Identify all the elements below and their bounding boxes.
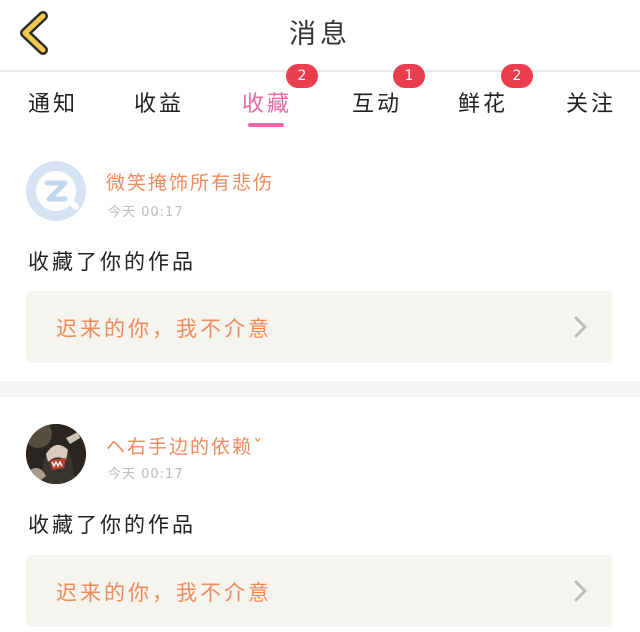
- tab-label: 通知: [28, 92, 79, 117]
- user-photo-avatar[interactable]: [26, 424, 86, 484]
- username[interactable]: 微笑掩饰所有悲伤: [106, 168, 274, 195]
- work-link[interactable]: 迟来的你，我不介意: [26, 291, 613, 363]
- tab-badge-flowers: 2: [501, 64, 533, 88]
- work-title: 迟来的你，我不介意: [56, 317, 272, 341]
- tab-label: 收藏: [242, 92, 293, 117]
- message-card: 微笑掩饰所有悲伤 今天 00:17 收藏了你的作品 迟来的你，我不介意: [0, 130, 640, 381]
- username[interactable]: ヘ右手边的依赖ˇ: [106, 432, 265, 459]
- chevron-right-icon: [574, 580, 587, 602]
- timestamp: 今天 00:17: [108, 467, 184, 482]
- tab-label: 互动: [352, 92, 403, 117]
- tab-earnings[interactable]: 收益: [120, 72, 210, 130]
- tab-label: 鲜花: [458, 92, 509, 117]
- work-title: 迟来的你，我不介意: [56, 581, 272, 605]
- tab-badge-interactions: 1: [393, 64, 425, 88]
- action-text: 收藏了你的作品: [28, 250, 196, 274]
- qq-default-avatar-icon[interactable]: [26, 161, 86, 221]
- page-title: 消息: [289, 19, 351, 50]
- action-text: 收藏了你的作品: [28, 513, 196, 537]
- top-bar: 消息: [0, 0, 640, 70]
- tab-badge-favorites: 2: [286, 64, 318, 88]
- timestamp: 今天 00:17: [108, 205, 184, 220]
- work-link[interactable]: 迟来的你，我不介意: [26, 555, 613, 627]
- message-card: ヘ右手边的依赖ˇ 今天 00:17 收藏了你的作品 迟来的你，我不介意: [0, 397, 640, 632]
- active-tab-indicator: [248, 123, 284, 127]
- tab-label: 收益: [134, 92, 185, 117]
- tab-label: 关注: [566, 92, 617, 117]
- tab-following[interactable]: 关注: [552, 72, 640, 130]
- tab-notifications[interactable]: 通知: [14, 72, 104, 130]
- section-divider: [0, 381, 640, 397]
- chevron-right-icon: [574, 316, 587, 338]
